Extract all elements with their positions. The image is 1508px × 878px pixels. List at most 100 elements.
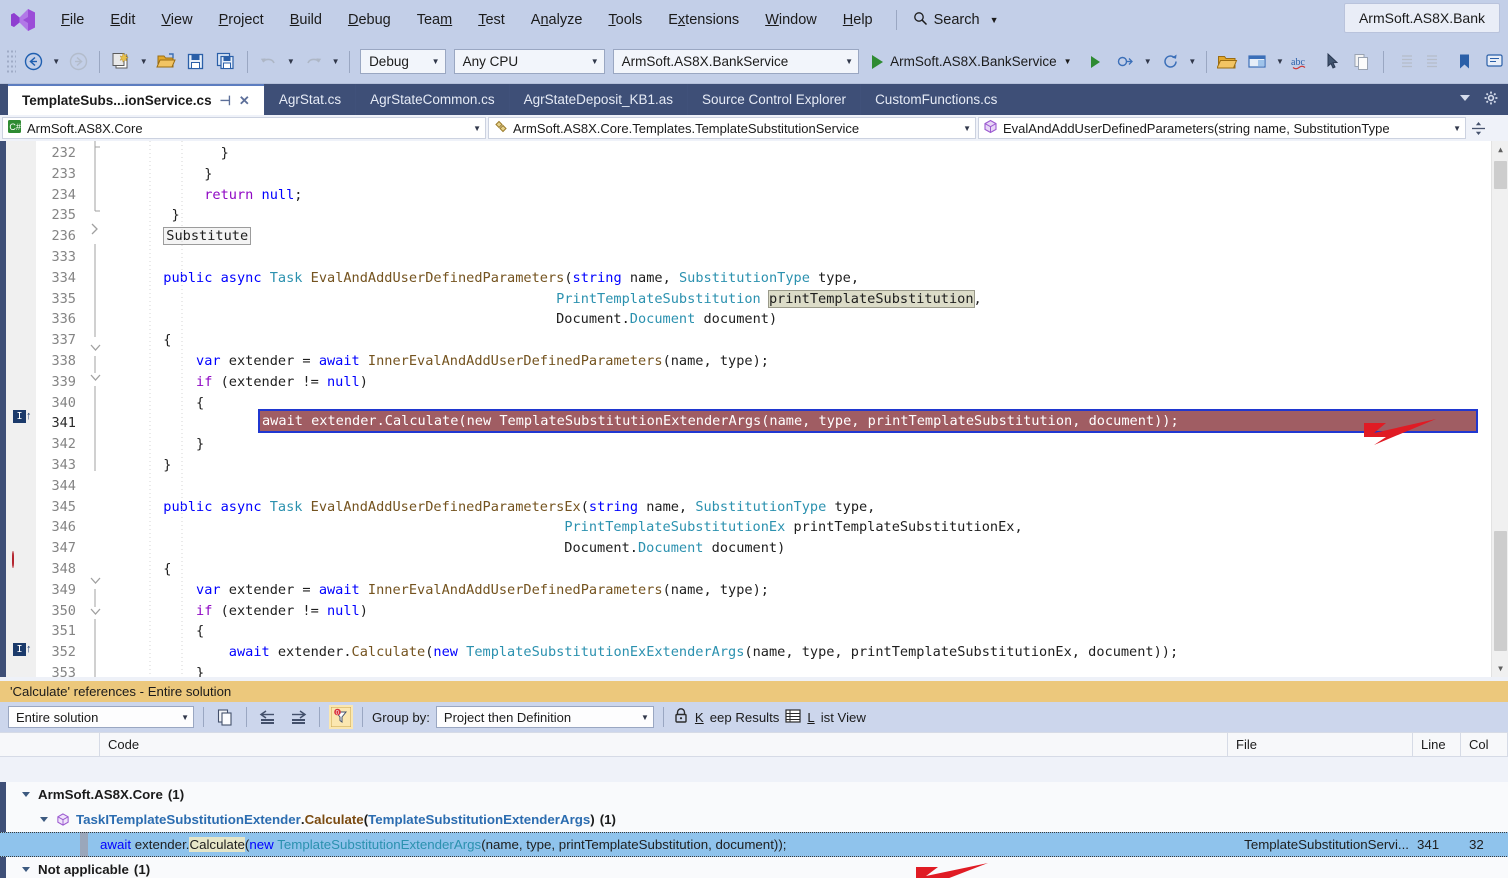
close-icon[interactable]: ✕ — [239, 93, 250, 109]
window-layout-dropdown[interactable]: ▼ — [1273, 48, 1286, 76]
navigate-backward-dropdown[interactable]: ▼ — [50, 48, 63, 76]
search-box[interactable]: Search ▼ — [907, 9, 1005, 32]
scroll-down-icon[interactable]: ▼ — [1492, 660, 1508, 677]
menu-item-team[interactable]: Team — [404, 8, 465, 32]
line-number: 232 — [36, 143, 84, 164]
gear-icon[interactable] — [1484, 91, 1498, 108]
next-location-icon[interactable] — [286, 705, 310, 729]
glyph-inheritance-345[interactable]: I↑ — [13, 640, 32, 656]
toolbar-divider-4 — [1206, 51, 1207, 73]
navbar-type-combo[interactable]: ArmSoft.AS8X.Core.Templates.TemplateSubs… — [488, 117, 976, 139]
group-label: Not applicable — [38, 862, 129, 877]
pin-icon[interactable]: ⊣ — [220, 93, 231, 109]
results-reference-row[interactable]: await extender.Calculate(new TemplateSub… — [0, 832, 1508, 857]
navbar-project-combo[interactable]: C# ArmSoft.AS8X.Core ▼ — [2, 117, 486, 139]
chevron-down-icon[interactable] — [22, 792, 30, 797]
navbar-member-combo[interactable]: EvalAndAddUserDefinedParameters(string n… — [978, 117, 1466, 139]
startup-project-value: ArmSoft.AS8X.BankService — [622, 54, 789, 69]
tab-agr-stat[interactable]: AgrStat.cs — [264, 84, 355, 115]
column-header-col[interactable]: Col — [1461, 733, 1508, 756]
tab-agr-state-deposit[interactable]: AgrStateDeposit_KB1.as — [509, 84, 687, 115]
outlining-margin[interactable] — [84, 141, 106, 677]
save-icon[interactable] — [182, 48, 210, 76]
line-number: 347 — [36, 538, 84, 559]
open-file-icon[interactable] — [152, 48, 180, 76]
attach-dropdown[interactable]: ▼ — [1141, 48, 1154, 76]
copy-all-icon[interactable] — [213, 705, 237, 729]
menu-item-window[interactable]: Window — [752, 8, 830, 32]
menu-item-file[interactable]: File — [48, 8, 97, 32]
tab-agr-state-common[interactable]: AgrStateCommon.cs — [355, 84, 509, 115]
menu-item-tools[interactable]: Tools — [595, 8, 655, 32]
menu-item-build[interactable]: Build — [277, 8, 335, 32]
column-header-code[interactable]: Code — [100, 733, 1228, 756]
results-group-row-not-applicable[interactable]: Not applicable (1) — [0, 857, 1508, 878]
chevron-down-icon[interactable] — [22, 867, 30, 872]
split-editor-icon[interactable] — [1468, 121, 1488, 136]
previous-location-icon[interactable] — [256, 705, 280, 729]
menu-item-project[interactable]: Project — [206, 8, 277, 32]
tab-custom-functions[interactable]: CustomFunctions.cs — [860, 84, 1011, 115]
menu-item-test[interactable]: Test — [465, 8, 518, 32]
list-view-button[interactable]: List View — [785, 708, 866, 727]
code-text-area[interactable]: } } return null; } Substitute public asy… — [106, 141, 1508, 677]
navbar-member-value: EvalAndAddUserDefinedParameters(string n… — [1003, 121, 1442, 136]
clear-filter-icon[interactable]: 0 — [329, 705, 353, 729]
scrollbar-thumb[interactable] — [1494, 531, 1507, 651]
start-debugging-button[interactable]: ArmSoft.AS8X.BankService ▼ — [864, 54, 1080, 69]
column-header-line[interactable]: Line — [1413, 733, 1461, 756]
bookmark-icon[interactable] — [1450, 48, 1478, 76]
group-by-combo[interactable]: Project then Definition ▼ — [436, 706, 654, 728]
visual-studio-window: File Edit View Project Build Debug Team … — [0, 0, 1508, 878]
svg-text:C#: C# — [9, 122, 21, 132]
pointer-icon[interactable] — [1318, 48, 1346, 76]
code-line-collapsed[interactable]: Substitute — [106, 226, 1508, 247]
start-without-debugging-icon[interactable] — [1082, 48, 1110, 76]
toolbar-grip[interactable] — [6, 49, 16, 75]
editor-vertical-scrollbar[interactable]: ▲ ▼ — [1491, 141, 1508, 677]
refresh-icon[interactable] — [1156, 48, 1184, 76]
menu-item-extensions[interactable]: Extensions — [655, 8, 752, 32]
attach-process-icon[interactable] — [1111, 48, 1139, 76]
results-definition-row[interactable]: Task ITemplateSubstitutionExtender.Calcu… — [0, 807, 1508, 832]
menu-item-view[interactable]: View — [148, 8, 205, 32]
collapsed-region-label[interactable]: Substitute — [163, 227, 251, 245]
results-list[interactable]: ArmSoft.AS8X.Core (1) Task ITemplateSubs… — [0, 782, 1508, 878]
navigate-forward-icon — [65, 48, 93, 76]
scroll-up-icon[interactable]: ▲ — [1492, 141, 1508, 158]
scope-combo[interactable]: Entire solution ▼ — [8, 706, 194, 728]
chevron-down-icon[interactable] — [40, 817, 48, 822]
breakpoint-indicator[interactable] — [12, 552, 14, 567]
column-header-file[interactable]: File — [1228, 733, 1413, 756]
menu-item-debug[interactable]: Debug — [335, 8, 404, 32]
result-code-member: Calculate — [189, 837, 244, 852]
menu-item-help[interactable]: Help — [830, 8, 886, 32]
window-layout-icon[interactable] — [1244, 48, 1272, 76]
navbar-project-value: ArmSoft.AS8X.Core — [27, 121, 462, 136]
menu-item-edit[interactable]: Edit — [97, 8, 148, 32]
glyph-inheritance-334[interactable]: I↑ — [13, 407, 32, 423]
results-group-row[interactable]: ArmSoft.AS8X.Core (1) — [0, 782, 1508, 807]
solution-configuration-combo[interactable]: Debug ▼ — [360, 49, 446, 74]
keep-results-button[interactable]: Keep Results — [673, 707, 779, 727]
new-project-icon[interactable] — [107, 48, 135, 76]
solution-platform-combo[interactable]: Any CPU ▼ — [454, 49, 605, 74]
menu-item-analyze[interactable]: Analyze — [518, 8, 596, 32]
selected-statement[interactable]: await extender.Calculate(new TemplateSub… — [258, 409, 1478, 433]
chevron-down-icon[interactable]: ▼ — [990, 15, 999, 25]
tab-template-substitution-service[interactable]: TemplateSubs...ionService.cs ⊣ ✕ — [8, 84, 264, 115]
solution-explorer-icon[interactable] — [1214, 48, 1242, 76]
breakpoint-gutter[interactable]: I↑ I↑ — [6, 141, 36, 677]
code-editor[interactable]: I↑ I↑ 232 233 234 235 236 333 334 335 33… — [0, 141, 1508, 677]
save-all-icon[interactable] — [212, 48, 240, 76]
startup-project-combo[interactable]: ArmSoft.AS8X.BankService ▼ — [613, 49, 859, 74]
tab-source-control-explorer[interactable]: Source Control Explorer — [687, 84, 860, 115]
new-project-dropdown[interactable]: ▼ — [137, 48, 150, 76]
navigate-backward-icon[interactable] — [20, 48, 48, 76]
spell-check-icon[interactable]: abc — [1288, 48, 1316, 76]
scrollbar-thumb-top[interactable] — [1494, 161, 1507, 189]
refresh-dropdown[interactable]: ▼ — [1186, 48, 1199, 76]
tab-overflow-icon[interactable] — [1458, 91, 1472, 108]
chevron-down-icon[interactable]: ▼ — [1064, 57, 1072, 66]
comment-icon[interactable] — [1480, 48, 1508, 76]
